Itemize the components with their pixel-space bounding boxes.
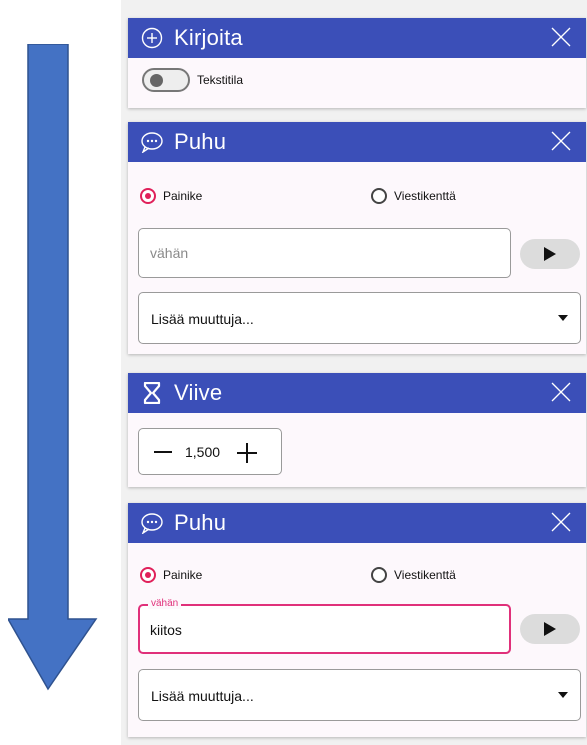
caret-down-icon	[558, 692, 568, 698]
play-button[interactable]	[520, 614, 580, 644]
close-icon[interactable]	[550, 511, 572, 533]
radio-message-field-mode[interactable]: Viestikenttä	[371, 188, 456, 204]
delay-value: 1,500	[185, 444, 221, 460]
action-list: Kirjoita Tekstitila Puhu Painike Viestik…	[121, 0, 587, 745]
delay-stepper: 1,500	[138, 428, 282, 475]
down-arrow-icon	[8, 44, 98, 691]
mode-radio-group: Painike Viestikenttä	[128, 567, 586, 591]
card-title: Viive	[174, 380, 223, 405]
close-icon[interactable]	[550, 130, 572, 152]
card-title: Puhu	[174, 510, 227, 535]
radio-selected-icon	[140, 188, 156, 204]
field-placeholder: vähän	[150, 245, 189, 261]
add-variable-select[interactable]: Lisää muuttuja...	[138, 669, 581, 721]
radio-unselected-icon	[371, 567, 387, 583]
speak-card-header: Puhu	[128, 503, 586, 543]
card-title: Puhu	[174, 129, 227, 154]
speech-text-field[interactable]: vähän kiitos	[138, 598, 511, 654]
increment-button[interactable]	[237, 443, 257, 463]
radio-button-mode[interactable]: Painike	[140, 567, 202, 583]
speak-card-1: Puhu Painike Viestikenttä vähän Lisää mu…	[128, 122, 586, 354]
decrement-button[interactable]	[154, 451, 172, 453]
text-mode-toggle[interactable]	[142, 68, 190, 92]
radio-message-field-mode[interactable]: Viestikenttä	[371, 567, 456, 583]
speech-bubble-icon	[140, 511, 164, 535]
hourglass-icon	[140, 381, 164, 405]
speak-card-header: Puhu	[128, 122, 586, 162]
write-card: Kirjoita Tekstitila	[128, 18, 586, 108]
add-circle-icon	[140, 26, 164, 50]
play-button[interactable]	[520, 239, 580, 269]
add-variable-select[interactable]: Lisää muuttuja...	[138, 292, 581, 344]
write-card-header: Kirjoita	[128, 18, 586, 58]
text-mode-label: Tekstitila	[197, 73, 244, 87]
speak-card-2: Puhu Painike Viestikenttä vähän kiitos L…	[128, 503, 586, 737]
mode-radio-group: Painike Viestikenttä	[128, 188, 586, 212]
card-title: Kirjoita	[174, 25, 243, 50]
caret-down-icon	[558, 315, 568, 321]
speech-text-field[interactable]: vähän	[138, 228, 511, 278]
radio-unselected-icon	[371, 188, 387, 204]
field-label: vähän	[148, 598, 182, 609]
speech-bubble-icon	[140, 130, 164, 154]
delay-card: Viive 1,500	[128, 373, 586, 487]
play-icon	[544, 622, 556, 636]
close-icon[interactable]	[550, 26, 572, 48]
close-icon[interactable]	[550, 381, 572, 403]
text-mode-row: Tekstitila	[128, 58, 586, 102]
delay-card-header: Viive	[128, 373, 586, 413]
radio-button-mode[interactable]: Painike	[140, 188, 202, 204]
field-value: kiitos	[150, 622, 182, 638]
play-icon	[544, 247, 556, 261]
radio-selected-icon	[140, 567, 156, 583]
